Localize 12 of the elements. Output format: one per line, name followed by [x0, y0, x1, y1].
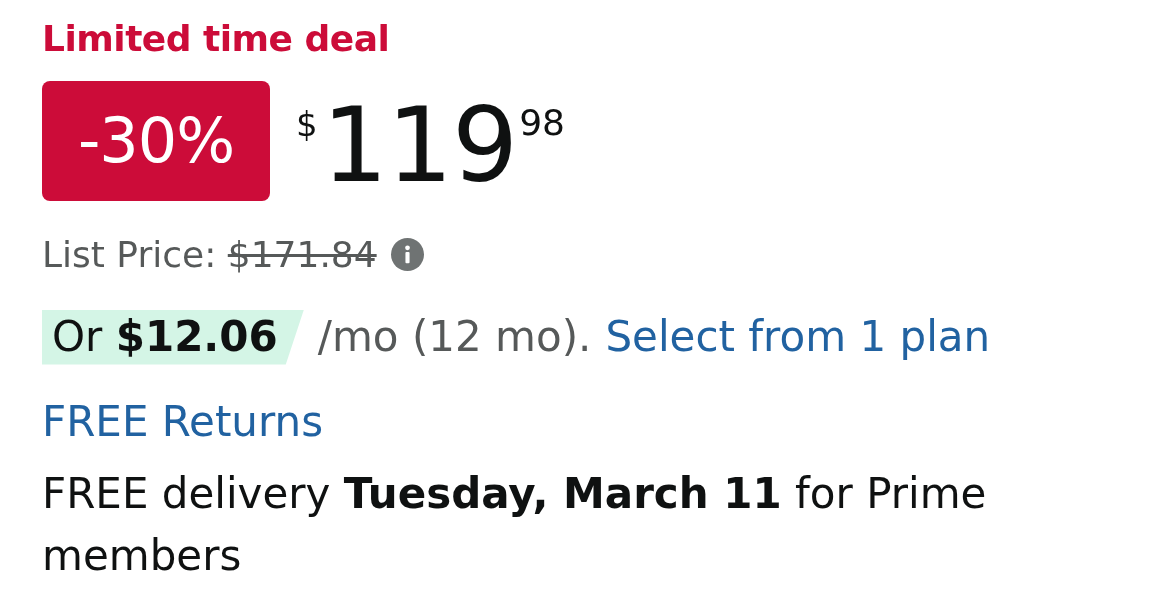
delivery-text: FREE delivery Tuesday, March 11 for Prime members	[42, 468, 988, 583]
installment-terms: /mo (12 mo).	[317, 311, 592, 363]
info-icon[interactable]	[390, 237, 424, 271]
installment-offer: Or $12.06	[42, 310, 304, 365]
discount-badge: -30%	[42, 80, 270, 201]
list-price-text: List Price: $171.84	[42, 232, 377, 276]
price-fraction: 98	[519, 104, 565, 141]
returns-link[interactable]: FREE Returns	[42, 394, 324, 450]
deal-label: Limited time deal	[42, 17, 391, 61]
price-whole: 119	[321, 92, 518, 197]
select-plan-link[interactable]: Select from 1 plan	[605, 310, 991, 365]
price-currency: $	[296, 106, 318, 141]
